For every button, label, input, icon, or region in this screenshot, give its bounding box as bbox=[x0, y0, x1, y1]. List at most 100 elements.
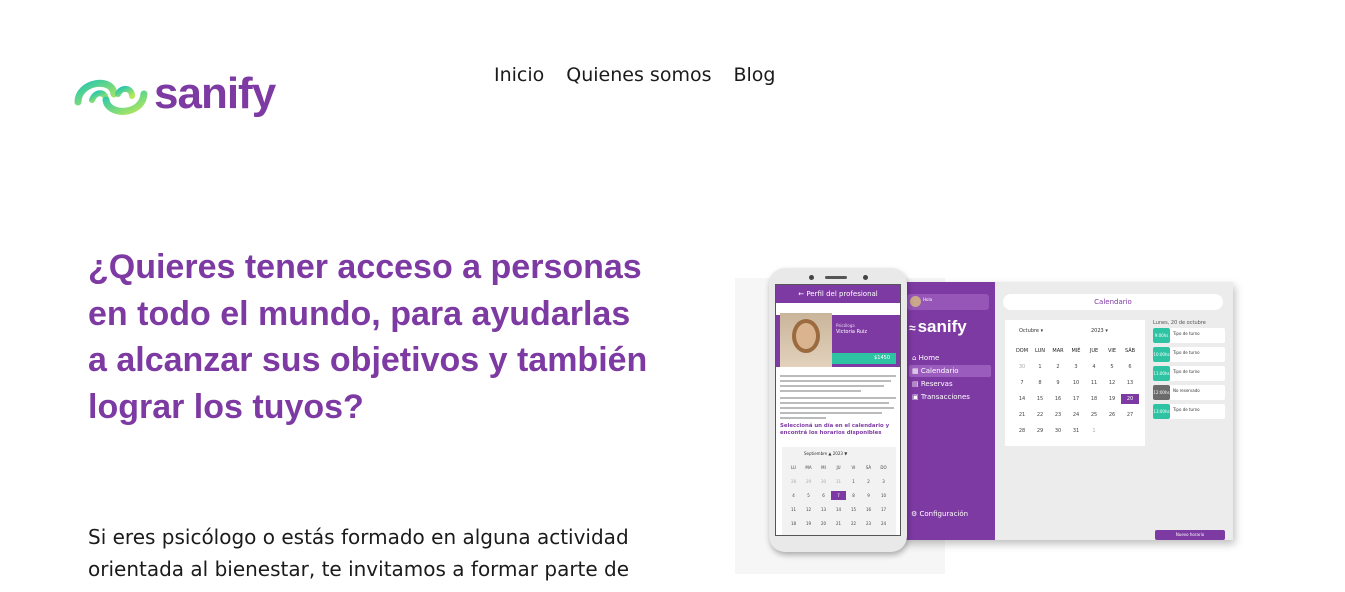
calendar-day: 9 bbox=[867, 493, 870, 498]
sensor-icon bbox=[863, 275, 868, 280]
calendar-day: 24 bbox=[880, 521, 887, 526]
phone-year: 2023 bbox=[832, 451, 843, 456]
sidebar-item-configuracion: ⚙ Configuración bbox=[911, 510, 969, 518]
sidebar-item-label: Reservas bbox=[920, 380, 953, 388]
month-value: Octubre bbox=[1019, 328, 1040, 334]
avatar bbox=[910, 296, 921, 307]
weekday-label: VIE bbox=[1107, 348, 1117, 354]
weekday-label: LU bbox=[791, 465, 796, 470]
calendar-day: 26 bbox=[1108, 412, 1116, 418]
weekday-label: DOM bbox=[1015, 348, 1029, 354]
desktop-mockup: Hola ≈ sanify ⌂ Home ▦ Calendario ▤ Reser… bbox=[903, 282, 1233, 540]
profile-photo bbox=[780, 313, 832, 367]
calendar-day: 12 bbox=[1108, 380, 1116, 386]
calendar-header: Calendario bbox=[1003, 294, 1223, 310]
calendar-day: 3 bbox=[882, 479, 885, 484]
calendar-day: 23 bbox=[1054, 412, 1062, 418]
calendar-day: 9 bbox=[1056, 380, 1060, 386]
slot-description: Tipo de turno bbox=[1173, 407, 1200, 412]
app-mockup-image: Hola ≈ sanify ⌂ Home ▦ Calendario ▤ Reser… bbox=[735, 262, 1255, 574]
calendar-widget: Octubre ▾ 2023 ▾ DOM LUN MAR MIÉ JUE VIE SÁB 30… bbox=[1005, 320, 1145, 446]
calendar-day: 17 bbox=[880, 507, 887, 512]
calendar-day: 16 bbox=[1054, 396, 1062, 402]
phone-title: Perfil del profesional bbox=[806, 290, 878, 298]
calendar-day: 4 bbox=[1092, 364, 1096, 370]
calendar-day: 23 bbox=[865, 521, 872, 526]
calendar-day: 25 bbox=[1090, 412, 1098, 418]
weekday-label: SÁ bbox=[865, 465, 872, 470]
phone-month-header: Septiembre ▲ 2023 ▼ bbox=[804, 451, 848, 456]
calendar-day: 16 bbox=[865, 507, 872, 512]
camera-icon bbox=[809, 275, 814, 280]
calendar-day: 19 bbox=[1108, 396, 1116, 402]
slot-description: Tipo de turno bbox=[1173, 331, 1200, 336]
calendar-day: 6 bbox=[822, 493, 825, 498]
sanify-mark-icon: ≈ bbox=[909, 321, 916, 335]
calendar-day: 30 bbox=[1018, 364, 1026, 370]
sanify-logo[interactable]: sanify bbox=[72, 70, 312, 122]
profile-role: Psicóloga bbox=[836, 323, 855, 328]
calendar-day: 27 bbox=[816, 533, 831, 535]
calendar-day: 31 bbox=[835, 479, 842, 484]
time-slot: 13:00hs Tipo de turno bbox=[1153, 404, 1225, 419]
phone-calendar-grid: LU MA MI JU VI SÁ DO 28 29 30 31 1 2 3 4 5 6 7 8 9 10 11 12 13 1… bbox=[786, 463, 892, 535]
calendar-day: 4 bbox=[792, 493, 795, 498]
calendar-day: 6 bbox=[1128, 364, 1132, 370]
desktop-sidebar: Hola ≈ sanify ⌂ Home ▦ Calendario ▤ Reser… bbox=[903, 282, 995, 540]
calendar-day: 14 bbox=[835, 507, 842, 512]
sidebar-item-reservas: ▤ Reservas bbox=[912, 380, 953, 388]
calendar-day: 29 bbox=[846, 533, 861, 535]
calendar-day: 30 bbox=[861, 533, 876, 535]
sidebar-logo: ≈ sanify bbox=[909, 317, 967, 337]
calendar-day: 8 bbox=[1038, 380, 1042, 386]
phone-mockup: ← Perfil del profesional Psicóloga Victo… bbox=[769, 268, 907, 552]
calendar-day: 21 bbox=[835, 521, 842, 526]
sidebar-user-label: Hola bbox=[923, 297, 933, 302]
calendar-day: 2 bbox=[867, 479, 870, 484]
profile-description bbox=[780, 375, 896, 422]
calendar-day: 25 bbox=[786, 533, 801, 535]
sidebar-item-transacciones: ▣ Transacciones bbox=[912, 393, 970, 401]
calendar-day: 1 bbox=[1092, 428, 1096, 434]
phone-screen: ← Perfil del profesional Psicóloga Victo… bbox=[775, 284, 901, 536]
sidebar-item-label: Home bbox=[918, 354, 940, 362]
weekday-label: MIÉ bbox=[1071, 348, 1081, 354]
weekday-label: SÁB bbox=[1124, 348, 1136, 354]
calendar-day: 8 bbox=[852, 493, 855, 498]
slot-description: No reservado bbox=[1173, 388, 1200, 393]
year-select: 2023 ▾ bbox=[1091, 328, 1108, 334]
sidebar-menu: ⌂ Home ▦ Calendario ▤ Reservas ▣ Transac… bbox=[909, 352, 991, 404]
slot-time: 9:00hs bbox=[1153, 328, 1170, 343]
logo-wordmark: sanify bbox=[154, 69, 276, 118]
month-select: Octubre ▾ bbox=[1019, 328, 1044, 334]
nav-inicio[interactable]: Inicio bbox=[494, 64, 544, 86]
sidebar-brand: sanify bbox=[917, 317, 967, 336]
weekday-label: VI bbox=[851, 465, 856, 470]
calendar-day: 10 bbox=[1072, 380, 1080, 386]
calendar-cta: Seleccioná un día en el calendario y enc… bbox=[780, 423, 890, 436]
phone-calendar: Septiembre ▲ 2023 ▼ LU MA MI JU VI SÁ DO 28 29 30… bbox=[782, 447, 896, 535]
slot-time: 10:00hs bbox=[1153, 347, 1170, 362]
calendar-day: 18 bbox=[1090, 396, 1098, 402]
calendar-day: 18 bbox=[790, 521, 797, 526]
calendar-day: 19 bbox=[805, 521, 812, 526]
calendar-day: 21 bbox=[1018, 412, 1026, 418]
calendar-day: 14 bbox=[1018, 396, 1026, 402]
weekday-label: JU bbox=[836, 465, 841, 470]
calendar-day: 1 bbox=[1038, 364, 1042, 370]
sidebar-item-home: ⌂ Home bbox=[912, 354, 940, 362]
calendar-grid: DOM LUN MAR MIÉ JUE VIE SÁB 30 1 2 3 4 5 6 7 8 9 10 11 12 13… bbox=[1013, 346, 1139, 436]
weekday-label: LUN bbox=[1035, 348, 1045, 354]
slot-time: 11:00hs bbox=[1153, 366, 1170, 381]
calendar-day: 24 bbox=[1072, 412, 1080, 418]
time-slot: 11:00hs Tipo de turno bbox=[1153, 366, 1225, 381]
calendar-day: 7 bbox=[1020, 380, 1024, 386]
calendar-day: 2 bbox=[1056, 364, 1060, 370]
calendar-day: 20 bbox=[820, 521, 827, 526]
time-slot: 12:00hs No reservado bbox=[1153, 385, 1225, 400]
calendar-day: 15 bbox=[850, 507, 857, 512]
profile-price: $1450 bbox=[832, 353, 896, 364]
calendar-day: 20 bbox=[1121, 394, 1139, 404]
nav-quienes-somos[interactable]: Quienes somos bbox=[566, 64, 711, 86]
nav-blog[interactable]: Blog bbox=[733, 64, 775, 86]
